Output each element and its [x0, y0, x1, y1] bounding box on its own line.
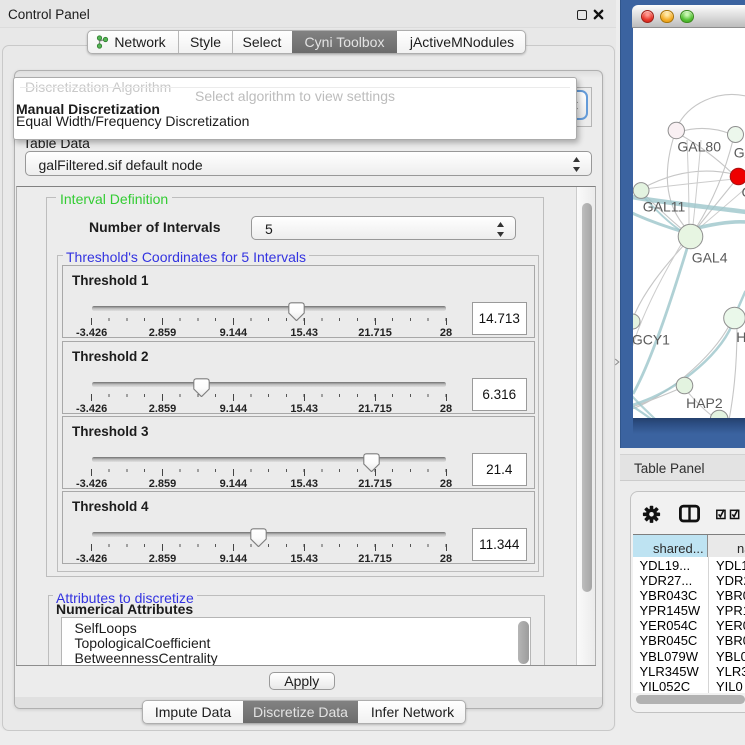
svg-text:GA: GA [733, 144, 745, 160]
svg-text:GAL4: GAL4 [691, 249, 727, 265]
svg-text:GCY1: GCY1 [633, 331, 670, 347]
svg-text:HAP2: HAP2 [686, 395, 723, 411]
svg-text:GAL80: GAL80 [677, 138, 721, 154]
svg-text:G: G [741, 184, 745, 200]
svg-text:H: H [736, 329, 745, 345]
svg-text:GAL11: GAL11 [642, 198, 685, 214]
